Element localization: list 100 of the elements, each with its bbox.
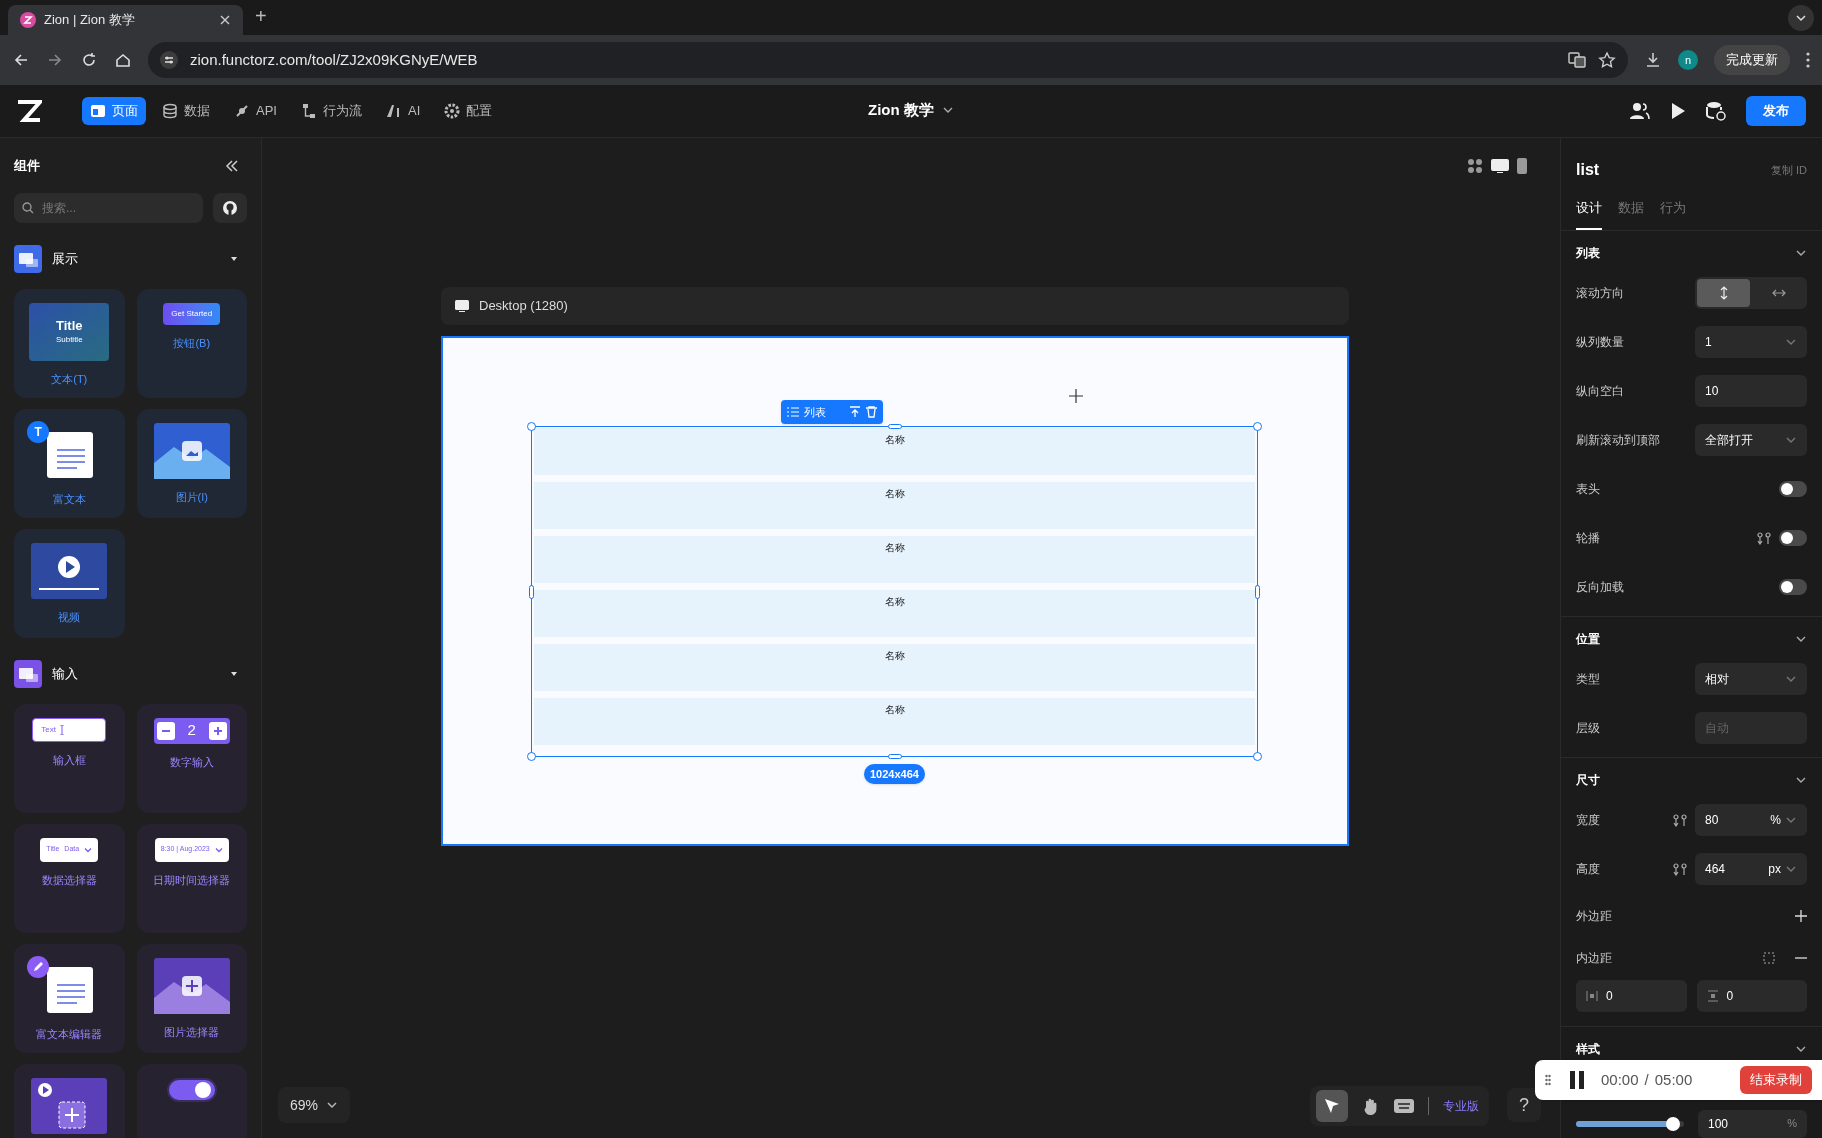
resize-handle[interactable] (1253, 422, 1262, 431)
github-button[interactable] (213, 192, 247, 223)
more-icon[interactable] (1806, 52, 1810, 68)
database-icon (162, 103, 178, 119)
mobile-icon[interactable] (1517, 158, 1527, 174)
caret-down-icon[interactable] (231, 256, 237, 261)
toggle-switch[interactable] (1779, 530, 1807, 546)
nav-tab[interactable]: 行为流 (292, 97, 370, 125)
update-button[interactable]: 完成更新 (1714, 45, 1790, 75)
list-item[interactable]: 名称 (534, 536, 1255, 583)
panel-tab[interactable]: 数据 (1618, 198, 1644, 230)
component-card[interactable]: 视频 (14, 528, 125, 638)
move-to-top-icon[interactable] (849, 406, 861, 418)
vertical-arrow-icon (1719, 286, 1728, 300)
address-bar[interactable]: zion.functorz.com/tool/ZJ2x09KGNyE/WEB (148, 42, 1628, 78)
list-item[interactable]: 名称 (534, 482, 1255, 529)
component-card[interactable]: Title Subtitle 文本(T) (14, 288, 125, 398)
search-field[interactable]: 搜索... (14, 192, 204, 223)
list-item[interactable]: 名称 (534, 590, 1255, 637)
switch-icon (166, 1077, 217, 1102)
drag-handle-icon[interactable] (1545, 1074, 1551, 1086)
collapse-icon[interactable] (225, 158, 239, 173)
padding-frame-icon[interactable] (1763, 951, 1775, 964)
segment-option[interactable] (1697, 279, 1750, 307)
select-field[interactable]: 相对 (1695, 663, 1807, 695)
select-field[interactable]: 1 (1695, 326, 1807, 358)
nav-tab[interactable]: 数据 (154, 97, 218, 125)
plan-link[interactable]: 专业版 (1443, 1097, 1483, 1115)
project-title-dropdown[interactable]: Zion 教学 (868, 99, 954, 122)
binding-icon[interactable] (1757, 531, 1771, 545)
browser-tab[interactable]: Zion | Zion 教学 (8, 5, 243, 35)
panel-tab[interactable]: 行为 (1660, 198, 1686, 230)
list-item[interactable]: 名称 (534, 644, 1255, 691)
nav-tab[interactable]: 配置 (436, 97, 501, 125)
toggle-switch[interactable] (1779, 579, 1807, 595)
site-settings-icon[interactable] (160, 51, 178, 69)
database-check-icon[interactable] (1706, 101, 1726, 121)
zion-logo-icon[interactable] (16, 99, 42, 123)
reload-icon[interactable] (80, 51, 98, 69)
profile-avatar[interactable]: n (1678, 50, 1698, 70)
close-icon[interactable] (219, 14, 231, 26)
component-card[interactable]: 2 数字输入 (136, 703, 247, 813)
padding-field[interactable]: 0 (1696, 979, 1807, 1012)
horizontal-padding-icon (1586, 989, 1598, 1002)
component-card[interactable]: 富文本编辑器 (14, 943, 125, 1053)
nav-tab[interactable]: 页面 (82, 97, 146, 125)
opacity-field[interactable]: 100 % (1698, 1109, 1807, 1138)
stop-recording-button[interactable]: 结束录制 (1740, 1066, 1812, 1094)
caret-down-icon[interactable] (231, 671, 237, 676)
search-input[interactable]: 搜索... (42, 198, 192, 217)
users-icon[interactable] (1630, 102, 1650, 120)
component-card[interactable]: Text 输入框 (14, 703, 125, 813)
list-item[interactable]: 名称 (534, 698, 1255, 745)
padding-field[interactable]: 0 (1576, 979, 1687, 1012)
zoom-dropdown[interactable]: 69% (278, 1087, 351, 1123)
help-button[interactable]: ? (1507, 1088, 1541, 1122)
star-icon[interactable] (1598, 51, 1616, 69)
nav-tab[interactable]: API (226, 97, 285, 125)
resize-handle[interactable] (529, 585, 534, 599)
resize-handle[interactable] (888, 754, 902, 759)
component-card[interactable]: 图片选择器 (136, 943, 247, 1053)
resize-handle[interactable] (1255, 585, 1260, 599)
component-card[interactable]: T 富文本 (14, 408, 125, 518)
chevron-down-icon[interactable] (1788, 5, 1814, 31)
toolbar-label: 列表 (804, 404, 827, 420)
plus-icon[interactable] (1795, 909, 1807, 922)
component-card[interactable]: Get Started 按钮(B) (136, 288, 247, 398)
copy-id-link[interactable]: 复制 ID (1770, 161, 1807, 179)
grid-view-icon[interactable] (1467, 158, 1483, 174)
select-tool-button[interactable] (1316, 1090, 1348, 1122)
nav-tab[interactable]: AI (377, 97, 429, 125)
delete-icon[interactable] (866, 406, 877, 418)
toggle-switch[interactable] (1779, 481, 1807, 497)
publish-button[interactable]: 发布 (1746, 96, 1806, 126)
slider-thumb[interactable] (1666, 1116, 1681, 1131)
input-category-icon[interactable] (14, 659, 42, 688)
unit-field[interactable]: 464 px (1695, 853, 1807, 885)
home-icon[interactable] (114, 51, 132, 69)
binding-icon[interactable] (1673, 862, 1687, 876)
panel-tab[interactable]: 设计 (1576, 198, 1602, 230)
list-item[interactable]: 名称 (534, 428, 1255, 475)
component-card[interactable]: 图片(I) (136, 408, 247, 518)
resize-handle[interactable] (1253, 752, 1262, 761)
resize-handle[interactable] (888, 424, 902, 429)
download-icon[interactable] (1644, 51, 1662, 69)
input-field[interactable]: 10 (1695, 375, 1807, 407)
segmented-control[interactable] (1695, 277, 1807, 309)
video-add-icon (31, 1077, 108, 1134)
binding-icon[interactable] (1673, 813, 1687, 827)
unit-field[interactable]: 80 % (1695, 804, 1807, 836)
keyboard-icon[interactable] (1394, 1099, 1414, 1113)
select-field[interactable]: 全部打开 (1695, 424, 1807, 456)
resize-handle[interactable] (527, 752, 536, 761)
new-tab-button[interactable]: + (251, 1, 271, 35)
desktop-icon[interactable] (1491, 159, 1509, 173)
pause-icon[interactable] (1569, 1071, 1585, 1089)
translate-icon[interactable] (1568, 51, 1586, 69)
image-category-icon[interactable] (14, 244, 42, 273)
play-icon[interactable] (1670, 102, 1686, 120)
resize-handle[interactable] (527, 422, 536, 431)
